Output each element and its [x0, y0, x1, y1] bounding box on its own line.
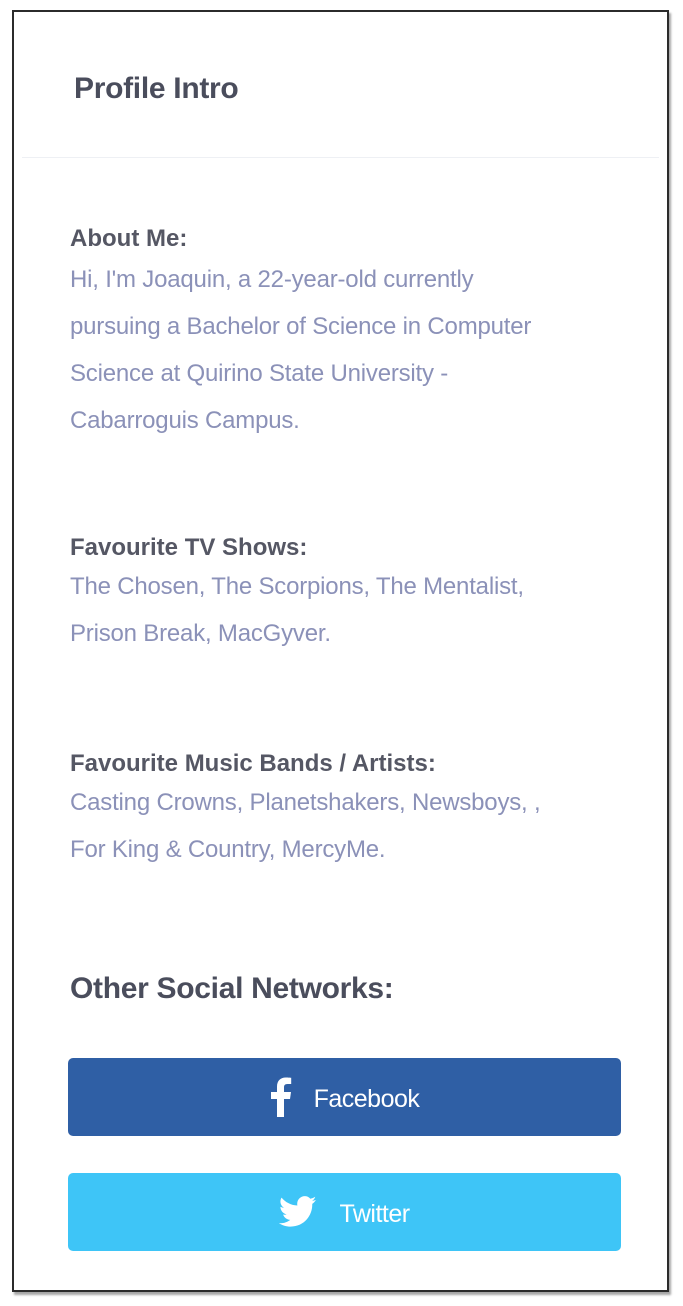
music-line: Casting Crowns, Planetshakers, Newsboys,… — [70, 788, 541, 816]
favourite-tv-shows-section: Favourite TV Shows: The Chosen, The Scor… — [70, 534, 630, 657]
about-me-line: Hi, I'm Joaquin, a 22-year-old currently — [70, 265, 474, 293]
social-networks-title: Other Social Networks: — [70, 972, 394, 1005]
about-me-line: Cabarroguis Campus. — [70, 406, 300, 434]
card-title: Profile Intro — [74, 72, 239, 105]
favourite-tv-shows-text: The Chosen, The Scorpions, The Mentalist… — [70, 563, 630, 657]
profile-intro-card: Profile Intro About Me: Hi, I'm Joaquin,… — [12, 10, 669, 1292]
about-me-section: About Me: Hi, I'm Joaquin, a 22-year-old… — [70, 225, 630, 444]
tv-shows-line: The Chosen, The Scorpions, The Mentalist… — [70, 572, 524, 600]
about-me-text: Hi, I'm Joaquin, a 22-year-old currently… — [70, 256, 630, 444]
favourite-tv-shows-label: Favourite TV Shows: — [70, 534, 308, 561]
about-me-label: About Me: — [70, 225, 188, 252]
facebook-icon — [270, 1077, 292, 1117]
tv-shows-line: Prison Break, MacGyver. — [70, 619, 331, 647]
twitter-label: Twitter — [339, 1199, 410, 1228]
card-header: Profile Intro — [22, 12, 659, 158]
music-line: For King & Country, MercyMe. — [70, 835, 386, 863]
about-me-line: pursuing a Bachelor of Science in Comput… — [70, 312, 532, 340]
facebook-label: Facebook — [313, 1084, 420, 1113]
favourite-music-text: Casting Crowns, Planetshakers, Newsboys,… — [70, 779, 630, 873]
facebook-button[interactable]: Facebook — [68, 1058, 621, 1136]
about-me-line: Science at Quirino State University - — [70, 359, 449, 387]
twitter-icon — [279, 1196, 317, 1228]
twitter-button[interactable]: Twitter — [68, 1173, 621, 1251]
favourite-music-section: Favourite Music Bands / Artists: Casting… — [70, 750, 630, 873]
favourite-music-label: Favourite Music Bands / Artists: — [70, 750, 436, 777]
